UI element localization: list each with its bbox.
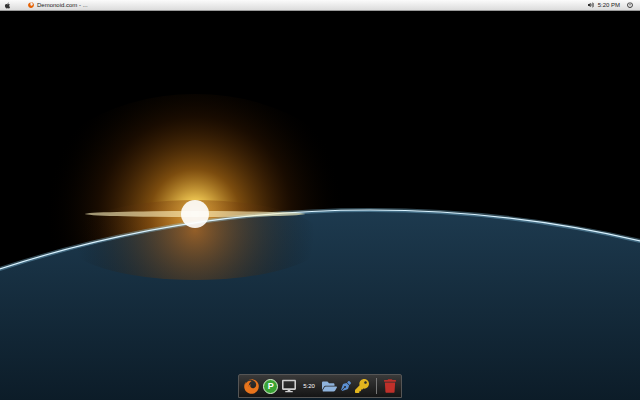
speaker-icon [588, 2, 594, 8]
folder-icon [322, 379, 337, 394]
top-bar: Demonoid.com - ... 5:20 PM [0, 0, 640, 11]
active-window-button[interactable]: Demonoid.com - ... [28, 0, 88, 10]
keys-icon [355, 379, 369, 393]
dock-item[interactable] [322, 379, 337, 394]
dock-item[interactable]: P [263, 379, 278, 394]
trash-icon [384, 379, 396, 393]
dock-item[interactable] [341, 381, 351, 391]
power-button[interactable] [627, 2, 633, 8]
dock-item[interactable] [244, 379, 259, 394]
wallpaper [0, 0, 640, 400]
monitor-icon [282, 379, 296, 393]
dock-item[interactable] [282, 379, 296, 393]
dock-clock[interactable]: 5:20 [300, 379, 318, 394]
apple-icon [4, 2, 11, 9]
window-title: Demonoid.com - ... [37, 0, 88, 10]
firefox-icon [28, 2, 34, 8]
clock[interactable]: 5:20 PM [598, 0, 620, 10]
firefox-icon [244, 379, 259, 394]
apple-menu-button[interactable] [4, 2, 11, 9]
dock-item[interactable] [384, 379, 396, 393]
dock: P 5:20 [238, 374, 402, 398]
pen-icon [341, 381, 351, 391]
dock-item[interactable] [355, 379, 369, 393]
dock-separator [376, 378, 377, 394]
volume-button[interactable] [588, 2, 594, 8]
desktop: Demonoid.com - ... 5:20 PM P 5:20 [0, 0, 640, 400]
power-icon [627, 2, 633, 8]
